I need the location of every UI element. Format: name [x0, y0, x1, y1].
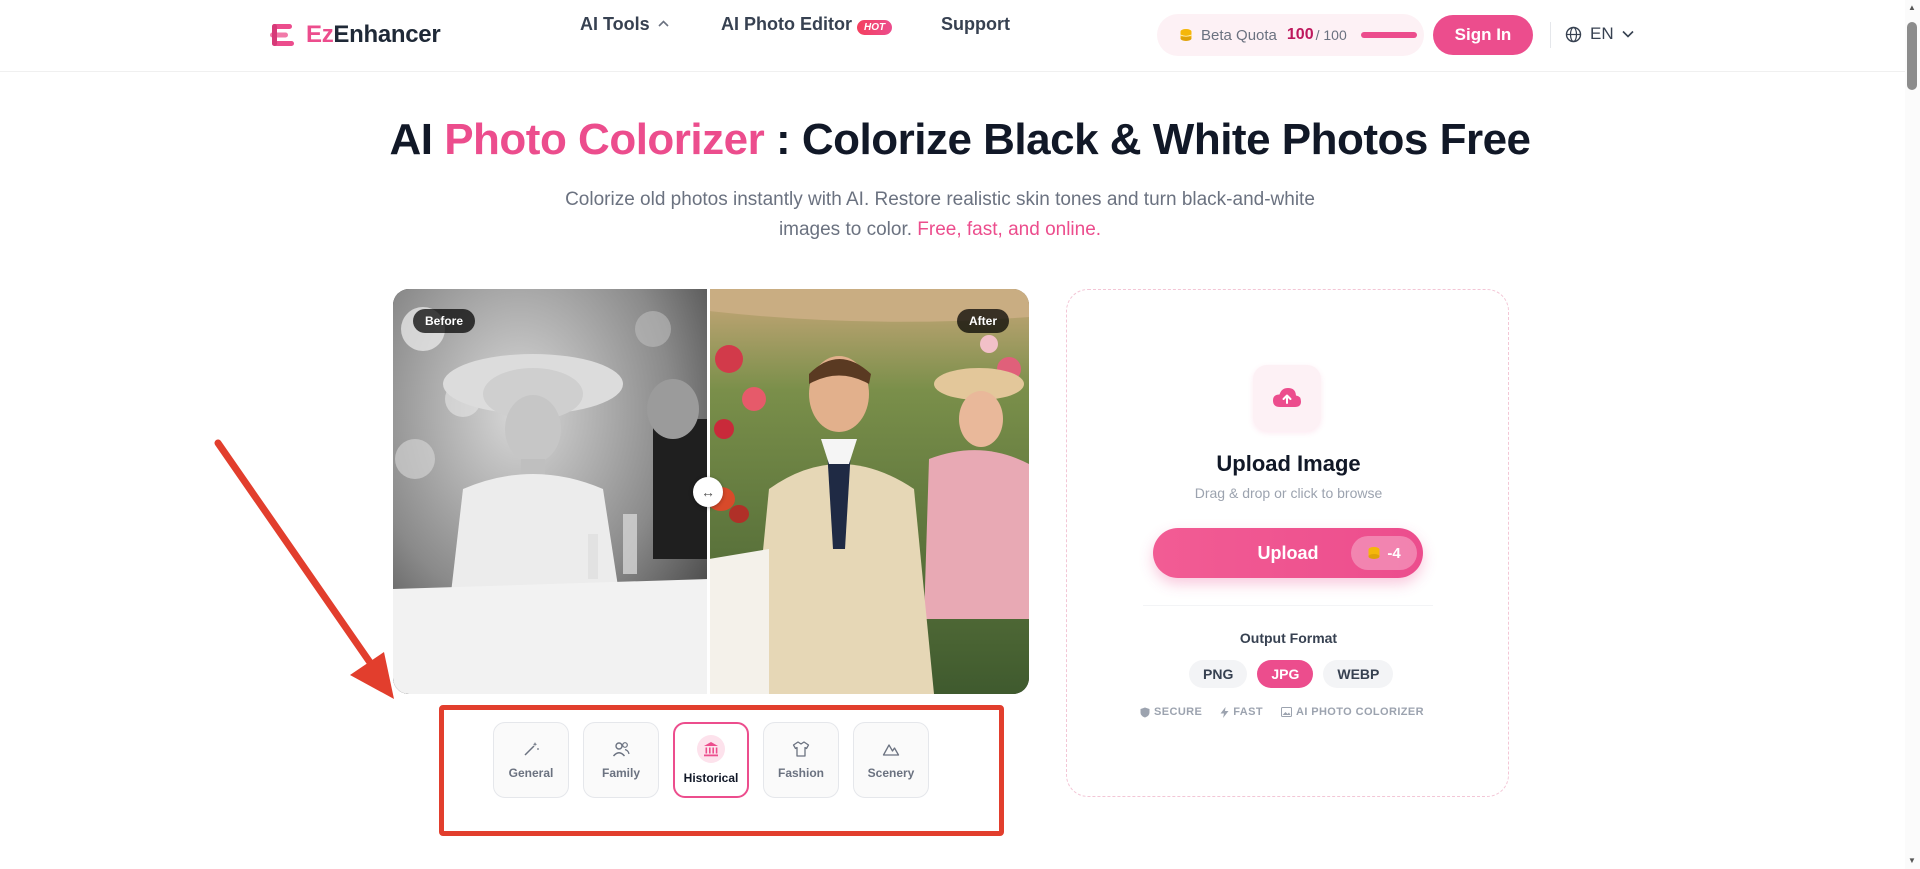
title-prefix: AI	[389, 115, 445, 164]
nav-photo-editor-label: AI Photo Editor	[721, 13, 852, 34]
panel-divider	[1143, 605, 1433, 606]
badge-fast-label: FAST	[1233, 706, 1263, 718]
output-format-options: PNG JPG WEBP	[1189, 660, 1394, 688]
page-scrollbar[interactable]	[1905, 0, 1920, 869]
badge-secure-label: SECURE	[1154, 706, 1203, 718]
logo[interactable]: EzEnhancer	[270, 21, 441, 49]
hot-badge: HOT	[857, 20, 893, 35]
shield-icon	[1140, 707, 1150, 717]
header-divider	[1550, 22, 1551, 48]
nav-ai-tools-label: AI Tools	[580, 13, 650, 34]
chevron-up-icon	[658, 20, 669, 27]
badge-fast: FAST	[1220, 706, 1263, 718]
before-after-compare[interactable]: ↔ Before After	[393, 289, 1029, 694]
annotation-highlight-box	[439, 705, 1004, 836]
nav-support[interactable]: Support	[941, 14, 1010, 35]
format-webp[interactable]: WEBP	[1323, 660, 1394, 688]
after-tag: After	[956, 309, 1009, 333]
sign-in-button[interactable]: Sign In	[1433, 15, 1533, 55]
upload-icon-container	[1253, 365, 1321, 431]
coins-icon	[1180, 29, 1192, 41]
before-tag: Before	[413, 309, 476, 333]
before-image	[393, 289, 709, 694]
upload-cost: -4	[1387, 544, 1401, 562]
quota-progress-bar	[1360, 32, 1417, 38]
scroll-down-arrow-icon[interactable]: ▼	[1908, 856, 1916, 865]
logo-icon	[270, 24, 294, 46]
badge-colorizer: AI PHOTO COLORIZER	[1280, 706, 1424, 718]
upload-title: Upload Image	[1216, 451, 1361, 476]
upload-cost-badge: -4	[1351, 536, 1417, 570]
subtitle-accent: Free, fast, and online.	[917, 219, 1102, 240]
upload-panel[interactable]: Upload Image Drag & drop or click to bro…	[1066, 289, 1509, 797]
image-icon	[1280, 707, 1292, 717]
beta-quota: Beta Quota 100 / 100	[1157, 14, 1424, 56]
output-format-title: Output Format	[1239, 630, 1338, 646]
quota-total: / 100	[1315, 27, 1347, 43]
badge-colorizer-label: AI PHOTO COLORIZER	[1295, 706, 1424, 718]
logo-name: Enhancer	[333, 21, 441, 48]
after-image	[709, 289, 1029, 694]
format-png[interactable]: PNG	[1189, 660, 1248, 688]
format-jpg[interactable]: JPG	[1257, 660, 1314, 688]
badge-secure: SECURE	[1140, 706, 1202, 718]
page-subtitle: Colorize old photos instantly with AI. R…	[560, 185, 1320, 245]
feature-badges: SECURE FAST AI PHOTO COLORIZER	[1140, 706, 1424, 718]
scrollbar-thumb[interactable]	[1907, 22, 1917, 90]
coins-icon	[1368, 547, 1380, 559]
logo-ez: Ez	[306, 21, 334, 48]
page-title: AI Photo Colorizer : Colorize Black & Wh…	[0, 115, 1920, 165]
chevron-down-icon	[1622, 30, 1634, 38]
quota-label: Beta Quota	[1201, 26, 1277, 44]
compare-handle-icon[interactable]: ↔	[693, 477, 723, 507]
title-suffix: : Colorize Black & White Photos Free	[764, 115, 1531, 164]
nav-support-label: Support	[941, 13, 1010, 34]
quota-used: 100	[1286, 26, 1314, 43]
upload-subtitle: Drag & drop or click to browse	[1194, 485, 1383, 501]
nav-photo-editor[interactable]: AI Photo Editor	[721, 14, 852, 35]
nav-ai-tools[interactable]: AI Tools	[580, 14, 669, 35]
cloud-upload-icon	[1273, 388, 1301, 407]
upload-button[interactable]: Upload -4	[1153, 528, 1423, 578]
lightning-icon	[1220, 706, 1229, 718]
top-header: EzEnhancer AI Tools AI Photo Editor HOT …	[0, 0, 1920, 72]
language-label: EN	[1590, 24, 1614, 43]
title-accent: Photo Colorizer	[444, 115, 765, 164]
globe-icon	[1565, 26, 1582, 42]
language-selector[interactable]: EN	[1565, 24, 1634, 44]
scroll-up-arrow-icon[interactable]: ▲	[1908, 3, 1916, 12]
